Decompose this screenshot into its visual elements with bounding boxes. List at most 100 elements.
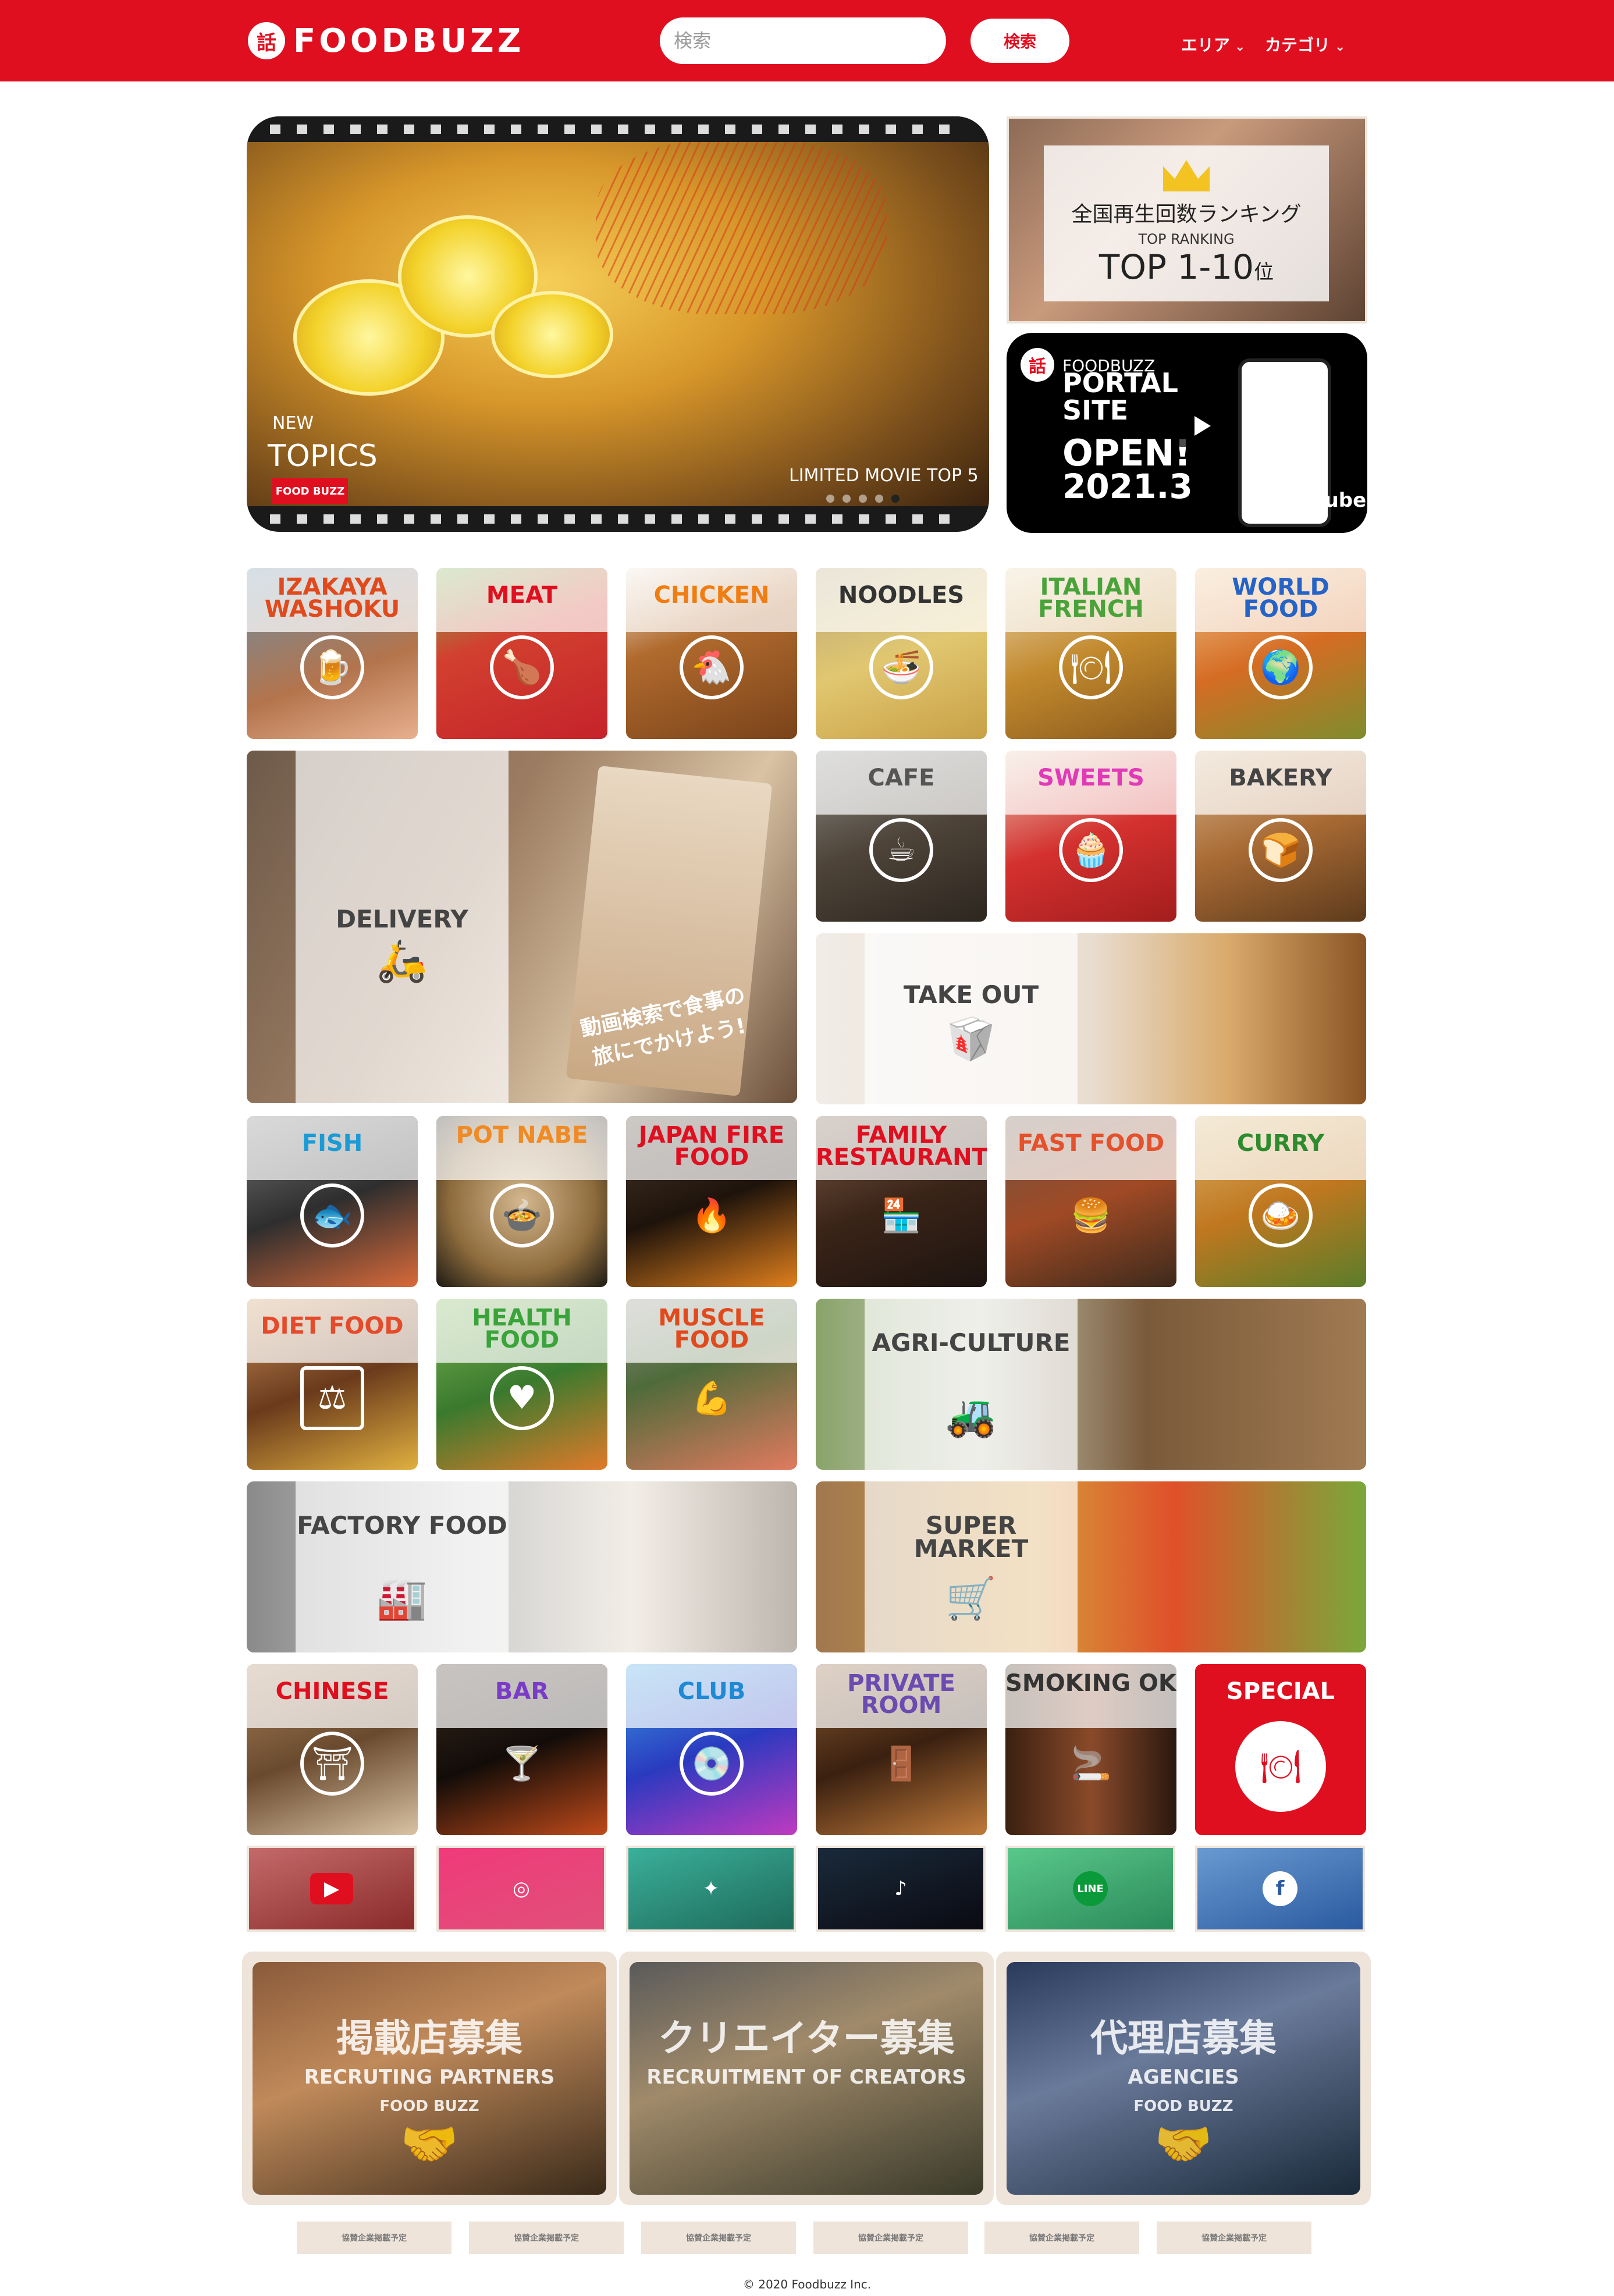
play-icon[interactable] (1172, 405, 1233, 447)
facebook-icon: f (1263, 1871, 1297, 1906)
recruit-agencies-banner[interactable]: 代理店募集 AGENCIES FOOD BUZZ 🤝 (996, 1952, 1371, 2205)
ranking-banner[interactable]: 全国再生回数ランキング TOP RANKING TOP 1-10位 (1007, 116, 1367, 324)
category-curry[interactable]: CURRY 🍛 (1195, 1116, 1366, 1287)
category-factory[interactable]: FACTORY FOOD 🏭 (247, 1481, 797, 1652)
recruit-creators-title: クリエイター募集 (658, 2017, 955, 2060)
youtube-icon: ▶ (310, 1873, 353, 1904)
category-izakaya[interactable]: IZAKAYA WASHOKU 🍺 (247, 568, 418, 739)
carousel-dot[interactable] (875, 495, 883, 503)
carousel-dot[interactable] (859, 495, 867, 503)
category-super[interactable]: SUPER MARKET 🛒 (816, 1481, 1366, 1652)
category-cafe[interactable]: CAFE ☕ (816, 751, 987, 922)
category-noodles-label: NOODLES (838, 582, 965, 609)
beer-mug-icon: 🍺 (300, 635, 364, 699)
search-input[interactable] (660, 17, 946, 64)
category-health[interactable]: HEALTH FOOD ♥ (436, 1299, 607, 1470)
recruit-creators-image: クリエイター募集 RECRUITMENT OF CREATORS (630, 1962, 983, 2195)
category-world[interactable]: WORLD FOOD 🌍 (1195, 568, 1366, 739)
area-dropdown[interactable]: エリア ⌄ (1181, 33, 1245, 56)
category-fastfood[interactable]: FAST FOOD 🍔 (1005, 1116, 1176, 1287)
coffee-machine-icon: ☕ (869, 818, 933, 882)
category-delivery[interactable]: DELIVERY 🛵 動画検索で食事の旅にでかけよう! (247, 751, 797, 1103)
category-italian-label: ITALIAN FRENCH (1038, 574, 1144, 623)
recruit-partners-banner[interactable]: 掲載店募集 RECRUTING PARTNERS FOOD BUZZ 🤝 (242, 1952, 617, 2205)
category-dropdown[interactable]: カテゴリ ⌄ (1265, 33, 1345, 56)
sponsor-slot[interactable]: 協賛企業掲載予定 (297, 2222, 452, 2254)
carousel-dots (826, 495, 900, 503)
sponsor-slot[interactable]: 協賛企業掲載予定 (641, 2222, 796, 2254)
fish-icon: 🐟 (300, 1183, 364, 1247)
carousel-dot-active[interactable] (891, 495, 900, 503)
recruit-partners-title: 掲載店募集 (336, 2017, 522, 2060)
logo[interactable]: 話 FOODBUZZ (248, 19, 524, 63)
cupcake-icon: 🧁 (1059, 818, 1123, 882)
category-italian[interactable]: ITALIAN FRENCH 🍽 (1005, 568, 1176, 739)
hero-topics-label: TOPICS (268, 439, 378, 474)
door-icon: 🚪 (881, 1744, 922, 1783)
area-dropdown-label: エリア (1181, 35, 1231, 55)
category-curry-label: CURRY (1236, 1130, 1325, 1157)
social-instagram[interactable]: ◎ (436, 1846, 606, 1932)
noodle-bowl-icon: 🍜 (869, 635, 933, 699)
top-navbar: 話 FOODBUZZ 検索 エリア ⌄ カテゴリ ⌄ (0, 0, 1614, 81)
category-fish[interactable]: FISH 🐟 (247, 1116, 418, 1287)
sponsor-slot[interactable]: 協賛企業掲載予定 (1157, 2222, 1311, 2254)
category-potnabe[interactable]: POT NABE 🍲 (436, 1116, 607, 1287)
sponsor-slot[interactable]: 協賛企業掲載予定 (469, 2222, 624, 2254)
category-bakery[interactable]: BAKERY 🍞 (1195, 751, 1366, 922)
sponsor-slot[interactable]: 協賛企業掲載予定 (813, 2222, 968, 2254)
social-twitter[interactable]: ✦ (626, 1846, 796, 1932)
film-strip-bottom (247, 506, 989, 532)
chicken-icon: 🐔 (680, 635, 744, 699)
recruit-creators-subtitle: RECRUITMENT OF CREATORS (646, 2066, 966, 2089)
tractor-icon: 🚜 (945, 1392, 997, 1440)
search-button[interactable]: 検索 (970, 19, 1069, 63)
curry-plate-icon: 🍛 (1249, 1183, 1313, 1247)
category-family[interactable]: FAMILY RESTAURANT 🏪 (816, 1116, 987, 1287)
category-bar-label: BAR (495, 1678, 549, 1705)
recruit-creators-banner[interactable]: クリエイター募集 RECRUITMENT OF CREATORS (619, 1952, 994, 2205)
hero-carousel[interactable]: NEW TOPICS FOOD BUZZ LIMITED MOVIE TOP 5 (247, 116, 989, 532)
category-muscle[interactable]: MUSCLE FOOD 💪 (626, 1299, 797, 1470)
footer-copyright: © 2020 Foodbuzz Inc. (742, 2277, 872, 2291)
category-chinese-label: CHINESE (275, 1678, 389, 1705)
category-muscle-label: MUSCLE FOOD (658, 1305, 765, 1353)
social-line[interactable]: LINE (1005, 1846, 1175, 1932)
category-chinese[interactable]: CHINESE ⛩ (247, 1664, 418, 1835)
ranking-range-text: TOP 1-10 (1098, 247, 1254, 287)
category-super-label: SUPER MARKET (913, 1511, 1029, 1563)
category-sweets[interactable]: SWEETS 🧁 (1005, 751, 1176, 922)
carousel-dot[interactable] (842, 495, 851, 503)
category-special[interactable]: SPECIAL 🍽 (1195, 1664, 1366, 1835)
carousel-dot[interactable] (826, 495, 834, 503)
hero-limited-label: LIMITED MOVIE TOP 5 (789, 465, 979, 486)
category-chicken[interactable]: CHICKEN 🐔 (626, 568, 797, 739)
category-smoking[interactable]: SMOKING OK 🚬 (1005, 1664, 1176, 1835)
chevron-down-icon: ⌄ (1335, 40, 1346, 54)
sponsor-slot[interactable]: 協賛企業掲載予定 (984, 2222, 1139, 2254)
bread-icon: 🍞 (1249, 818, 1313, 882)
category-takeout[interactable]: TAKE OUT 🥡 (816, 933, 1366, 1104)
hero-new-label: NEW (272, 413, 314, 433)
category-club-label: CLUB (677, 1678, 746, 1705)
social-facebook[interactable]: f (1195, 1846, 1365, 1932)
portal-video-banner[interactable]: 話 FOODBUZZ PORTAL SITE OPEN! 2021.3 YouT… (1007, 333, 1367, 533)
category-japanfire-label: JAPAN FIRE FOOD (638, 1122, 785, 1171)
tiktok-icon: ♪ (894, 1877, 907, 1900)
social-youtube[interactable]: ▶ (247, 1846, 417, 1932)
instagram-icon: ◎ (513, 1877, 530, 1900)
category-club[interactable]: CLUB 💿 (626, 1664, 797, 1835)
category-meat[interactable]: MEAT 🍗 (436, 568, 607, 739)
heart-plate-icon: ♥ (490, 1366, 554, 1430)
category-diet[interactable]: DIET FOOD ⚖ (247, 1299, 418, 1470)
category-agri[interactable]: AGRI-CULTURE 🚜 (816, 1299, 1366, 1470)
category-private[interactable]: PRIVATE ROOM 🚪 (816, 1664, 987, 1835)
category-noodles[interactable]: NOODLES 🍜 (816, 568, 987, 739)
category-japanfire[interactable]: JAPAN FIRE FOOD 🔥 (626, 1116, 797, 1287)
category-izakaya-label: IZAKAYA WASHOKU (264, 574, 400, 623)
category-fish-label: FISH (301, 1130, 363, 1157)
social-tiktok[interactable]: ♪ (816, 1846, 986, 1932)
hero-image-lemon (491, 291, 613, 378)
category-health-label: HEALTH FOOD (472, 1305, 572, 1353)
category-bar[interactable]: BAR 🍸 (436, 1664, 607, 1835)
